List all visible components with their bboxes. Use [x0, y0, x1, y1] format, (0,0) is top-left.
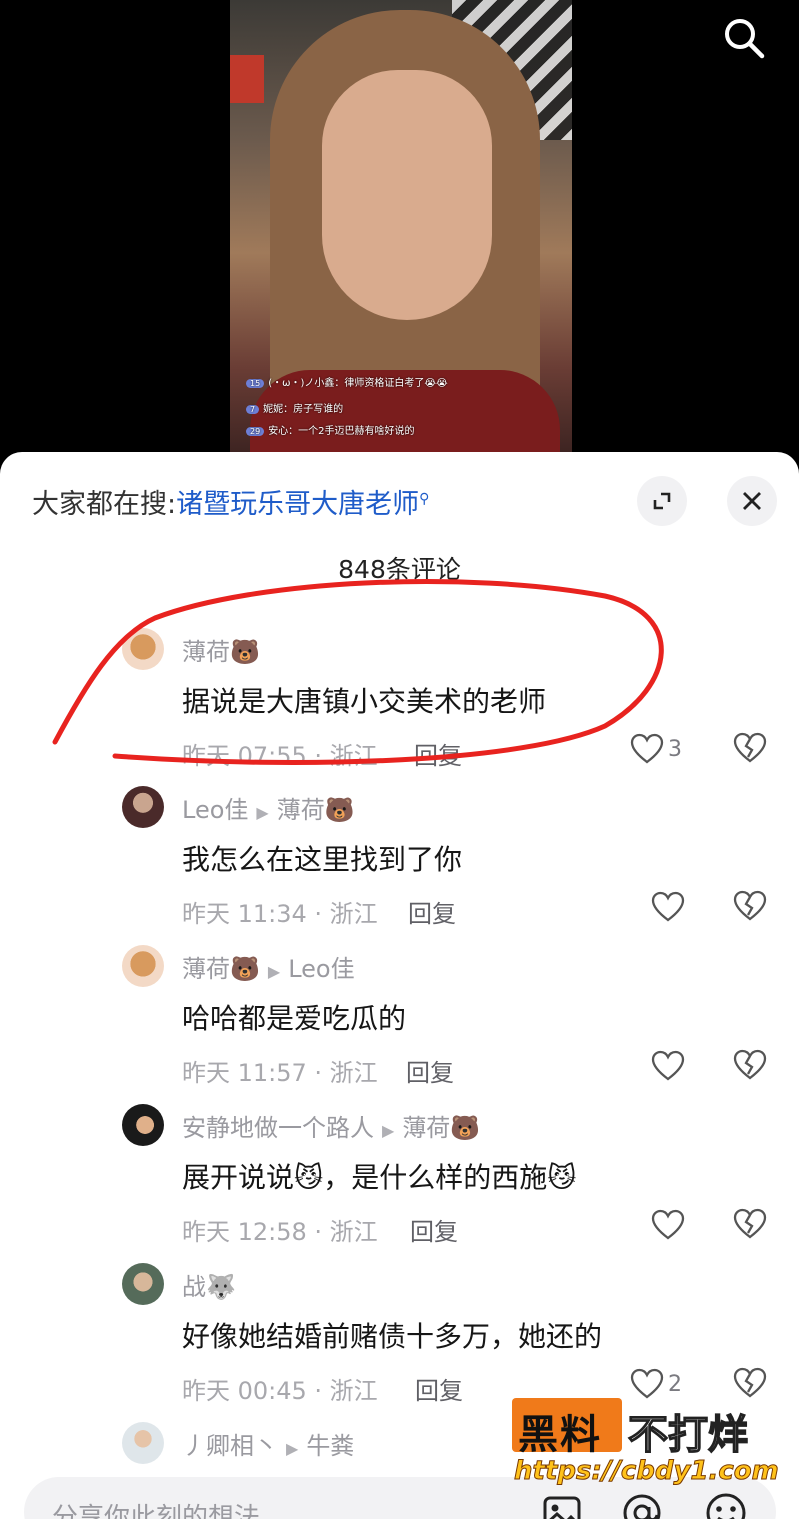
- dislike-button[interactable]: [733, 1367, 767, 1401]
- comment-meta: 昨天 12:58 · 浙江: [182, 1218, 378, 1246]
- comment-meta: 昨天 00:45 · 浙江: [182, 1377, 378, 1405]
- dislike-button[interactable]: [733, 1049, 767, 1083]
- comment-item: 战🐺 好像她结婚前赌债十多万，她还的 昨天 00:45 · 浙江 回复 2: [0, 1263, 799, 1413]
- comment-item: 薄荷🐻 ▶ Leo佳 哈哈都是爱吃瓜的 昨天 11:57 · 浙江 回复: [0, 945, 799, 1095]
- avatar[interactable]: [122, 628, 164, 670]
- live-video-frame[interactable]: 15 (・ω・)ノ小鑫：律师资格证白考了😭😭 7 妮妮：房子写谁的 29 安心：一个2…: [230, 0, 572, 460]
- heart-icon: [630, 1368, 664, 1399]
- avatar[interactable]: [122, 786, 164, 828]
- close-button[interactable]: [727, 476, 777, 526]
- reply-arrow-icon: ▶: [267, 962, 281, 981]
- avatar[interactable]: [122, 945, 164, 987]
- reply-arrow-icon: ▶: [286, 1439, 299, 1458]
- reply-arrow-icon: ▶: [256, 803, 269, 822]
- search-mini-icon: ⚲: [419, 491, 430, 507]
- live-video-area[interactable]: 15 (・ω・)ノ小鑫：律师资格证白考了😭😭 7 妮妮：房子写谁的 29 安心：一个2…: [0, 0, 799, 470]
- reply-button[interactable]: 回复: [406, 1053, 454, 1088]
- comment-sheet: 大家都在搜:诸暨玩乐哥大唐老师⚲ 848条评论 薄荷🐻 据说是大唐镇小交美术的老…: [0, 452, 799, 1519]
- comment-username[interactable]: 丿卿相丶 ▶ 牛粪: [182, 1426, 354, 1461]
- dislike-button[interactable]: [733, 732, 767, 766]
- comment-username[interactable]: 战🐺: [182, 1267, 236, 1302]
- comment-item: Leo佳 ▶ 薄荷🐻 我怎么在这里找到了你 昨天 11:34 · 浙江 回复: [0, 786, 799, 936]
- dislike-button[interactable]: [733, 890, 767, 924]
- like-button[interactable]: [651, 890, 685, 924]
- broken-heart-icon: [733, 1049, 767, 1080]
- hot-search-term[interactable]: 诸暨玩乐哥大唐老师: [176, 489, 419, 520]
- heart-icon: [651, 1050, 685, 1081]
- like-button[interactable]: 3: [630, 732, 682, 766]
- like-count: 3: [668, 736, 682, 762]
- live-chat-message: 29 安心：一个2手迈巴赫有啥好说的: [246, 422, 415, 440]
- comment-text: 展开说说😼，是什么样的西施😼: [182, 1161, 577, 1194]
- comment-item: 安静地做一个路人 ▶ 薄荷🐻 展开说说😼，是什么样的西施😼 昨天 12:58 · 浙…: [0, 1104, 799, 1254]
- reply-button[interactable]: 回复: [410, 1212, 458, 1247]
- like-count: 2: [668, 1371, 682, 1397]
- streamer-face: [322, 70, 492, 320]
- search-icon[interactable]: [720, 14, 768, 62]
- comment-item: 薄荷🐻 据说是大唐镇小交美术的老师 昨天 07:55 · 浙江 回复 3: [0, 628, 799, 778]
- comment-text: 据说是大唐镇小交美术的老师: [182, 685, 547, 718]
- heart-icon: [651, 891, 685, 922]
- broken-heart-icon: [733, 890, 767, 921]
- broken-heart-icon: [733, 732, 767, 763]
- reply-button[interactable]: 回复: [414, 736, 462, 771]
- comment-username[interactable]: 薄荷🐻: [182, 632, 260, 667]
- heart-icon: [651, 1209, 685, 1240]
- like-button[interactable]: 2: [630, 1367, 682, 1401]
- reply-button[interactable]: 回复: [415, 1371, 463, 1406]
- hot-search-prefix: 大家都在搜:: [32, 489, 177, 520]
- reply-arrow-icon: ▶: [382, 1121, 395, 1140]
- expand-icon: [653, 492, 671, 510]
- broken-heart-icon: [733, 1367, 767, 1398]
- live-chat-message: 7 妮妮：房子写谁的: [246, 400, 343, 418]
- comment-text: 好像她结婚前赌债十多万，她还的: [182, 1320, 603, 1353]
- dislike-button[interactable]: [733, 1208, 767, 1242]
- like-button[interactable]: [651, 1208, 685, 1242]
- reply-button[interactable]: 回复: [408, 894, 456, 929]
- hot-search-banner[interactable]: 大家都在搜:诸暨玩乐哥大唐老师⚲: [32, 482, 429, 521]
- comment-text: 哈哈都是爱吃瓜的: [182, 1002, 407, 1035]
- comment-meta: 昨天 11:57 · 浙江: [182, 1059, 378, 1087]
- comment-meta: 昨天 07:55 · 浙江: [182, 742, 378, 770]
- like-button[interactable]: [651, 1049, 685, 1083]
- expand-button[interactable]: [637, 476, 687, 526]
- avatar[interactable]: [122, 1263, 164, 1305]
- watermark-box: 黑料: [512, 1398, 622, 1458]
- comment-text: 我怎么在这里找到了你: [182, 843, 463, 876]
- comment-username[interactable]: 安静地做一个路人 ▶ 薄荷🐻: [182, 1108, 480, 1143]
- watermark-url: https://cbdy1.com: [514, 1456, 780, 1487]
- watermark: 黑料 不打烊 https://cbdy1.com: [512, 1398, 780, 1498]
- comment-username[interactable]: 薄荷🐻 ▶ Leo佳: [182, 949, 355, 984]
- comment-meta: 昨天 11:34 · 浙江: [182, 900, 378, 928]
- broken-heart-icon: [733, 1208, 767, 1239]
- background-sign: [230, 55, 264, 103]
- comment-input-placeholder[interactable]: 分享你此刻的想法: [52, 1497, 260, 1519]
- comment-count: 848条评论: [338, 555, 461, 584]
- avatar[interactable]: [122, 1104, 164, 1146]
- live-chat-message: 15 (・ω・)ノ小鑫：律师资格证白考了😭😭: [246, 374, 448, 392]
- avatar[interactable]: [122, 1422, 164, 1464]
- watermark-title: 不打烊: [627, 1411, 749, 1459]
- comment-username[interactable]: Leo佳 ▶ 薄荷🐻: [182, 790, 355, 825]
- heart-icon: [630, 733, 664, 764]
- close-icon: [743, 492, 761, 510]
